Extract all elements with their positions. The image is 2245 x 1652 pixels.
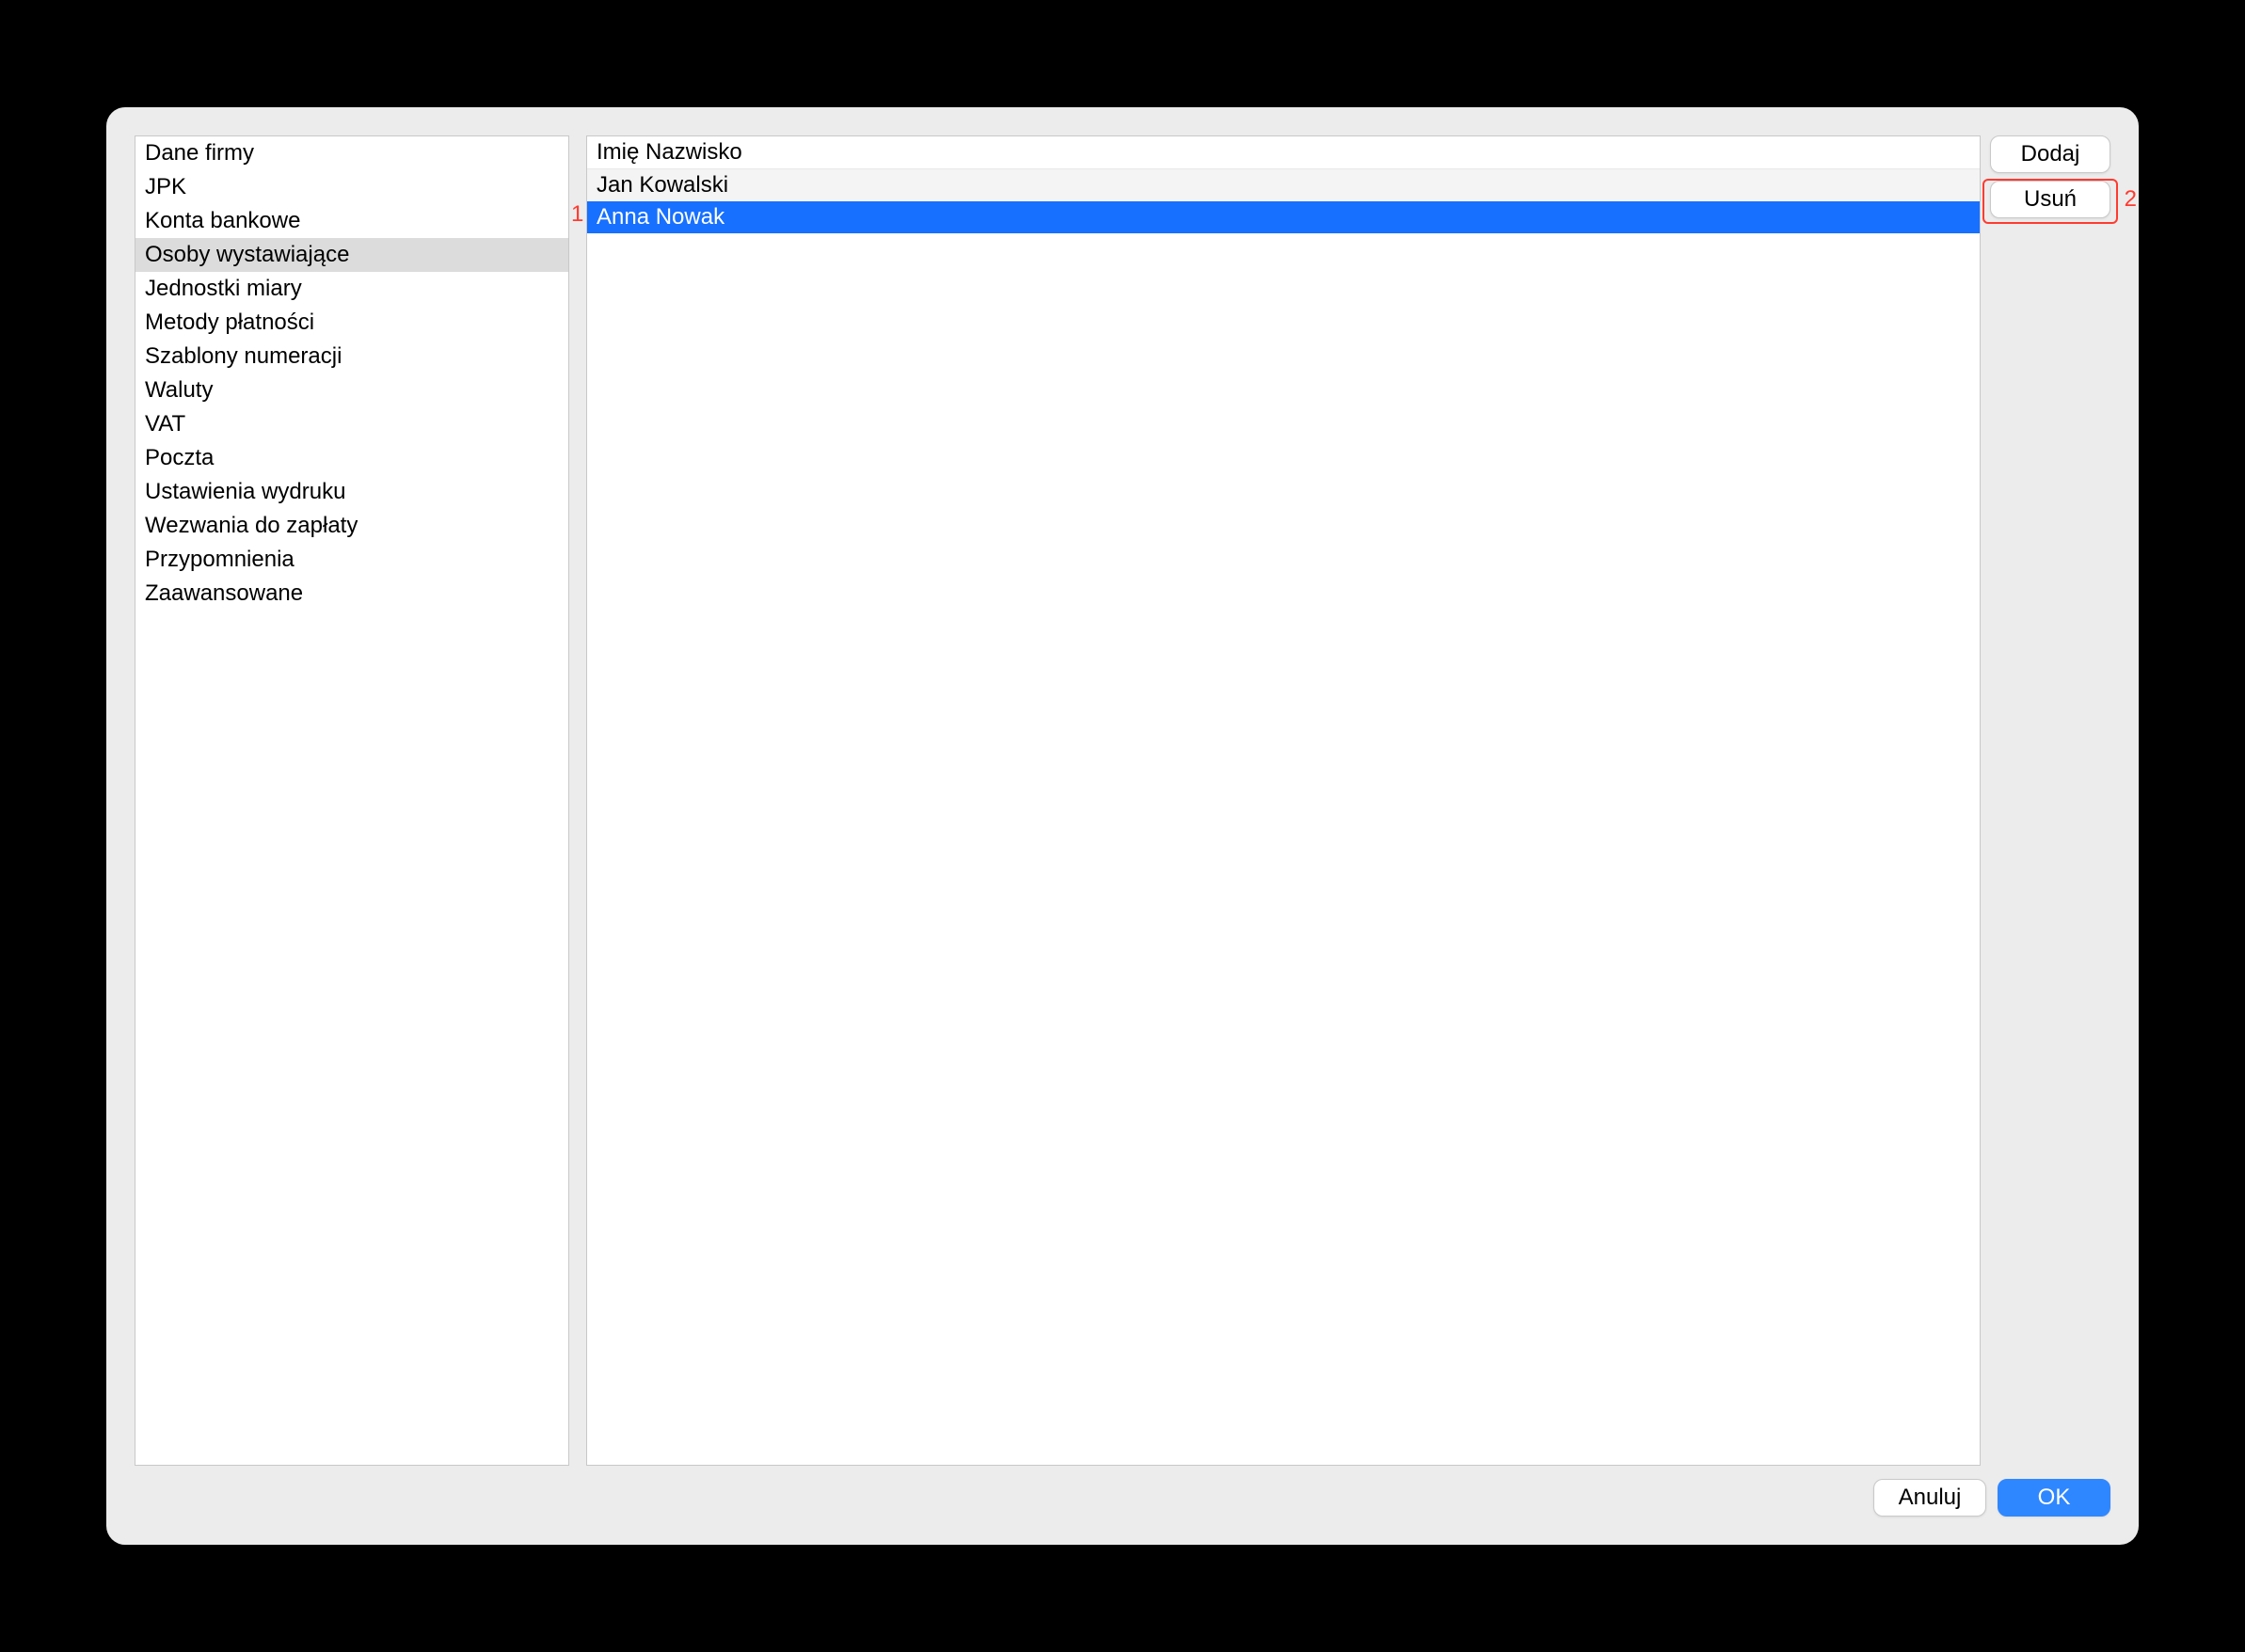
sidebar-item-metody-platnosci[interactable]: Metody płatności (135, 306, 568, 340)
remove-button[interactable]: Usuń (1990, 181, 2110, 218)
sidebar: Dane firmy JPK Konta bankowe Osoby wysta… (135, 135, 569, 1466)
sidebar-item-zaawansowane[interactable]: Zaawansowane (135, 577, 568, 611)
sidebar-item-dane-firmy[interactable]: Dane firmy (135, 136, 568, 170)
sidebar-item-szablony-numeracji[interactable]: Szablony numeracji (135, 340, 568, 373)
sidebar-item-przypomnienia[interactable]: Przypomnienia (135, 543, 568, 577)
people-list: Imię Nazwisko Jan Kowalski Anna Nowak (586, 135, 1981, 1466)
sidebar-item-waluty[interactable]: Waluty (135, 373, 568, 407)
sidebar-item-konta-bankowe[interactable]: Konta bankowe (135, 204, 568, 238)
sidebar-item-jednostki-miary[interactable]: Jednostki miary (135, 272, 568, 306)
main-area: 1 Imię Nazwisko Jan Kowalski Anna Nowak … (586, 135, 2110, 1466)
annotation-number-2: 2 (2125, 186, 2137, 213)
annotation-number-1: 1 (571, 201, 583, 228)
list-row[interactable]: Anna Nowak (587, 201, 1980, 233)
dialog-footer: Anuluj OK (135, 1479, 2110, 1517)
sidebar-item-poczta[interactable]: Poczta (135, 441, 568, 475)
content-row: Dane firmy JPK Konta bankowe Osoby wysta… (135, 135, 2110, 1466)
sidebar-item-wezwania-do-zaplaty[interactable]: Wezwania do zapłaty (135, 509, 568, 543)
sidebar-item-jpk[interactable]: JPK (135, 170, 568, 204)
list-row[interactable]: Jan Kowalski (587, 169, 1980, 201)
settings-dialog: Dane firmy JPK Konta bankowe Osoby wysta… (106, 107, 2139, 1545)
sidebar-item-osoby-wystawiajace[interactable]: Osoby wystawiające (135, 238, 568, 272)
sidebar-item-ustawienia-wydruku[interactable]: Ustawienia wydruku (135, 475, 568, 509)
add-button[interactable]: Dodaj (1990, 135, 2110, 173)
side-buttons: Dodaj Usuń 2 (1990, 135, 2110, 1466)
sidebar-item-vat[interactable]: VAT (135, 407, 568, 441)
list-header[interactable]: Imię Nazwisko (587, 136, 1980, 169)
ok-button[interactable]: OK (1998, 1479, 2110, 1517)
cancel-button[interactable]: Anuluj (1873, 1479, 1986, 1517)
